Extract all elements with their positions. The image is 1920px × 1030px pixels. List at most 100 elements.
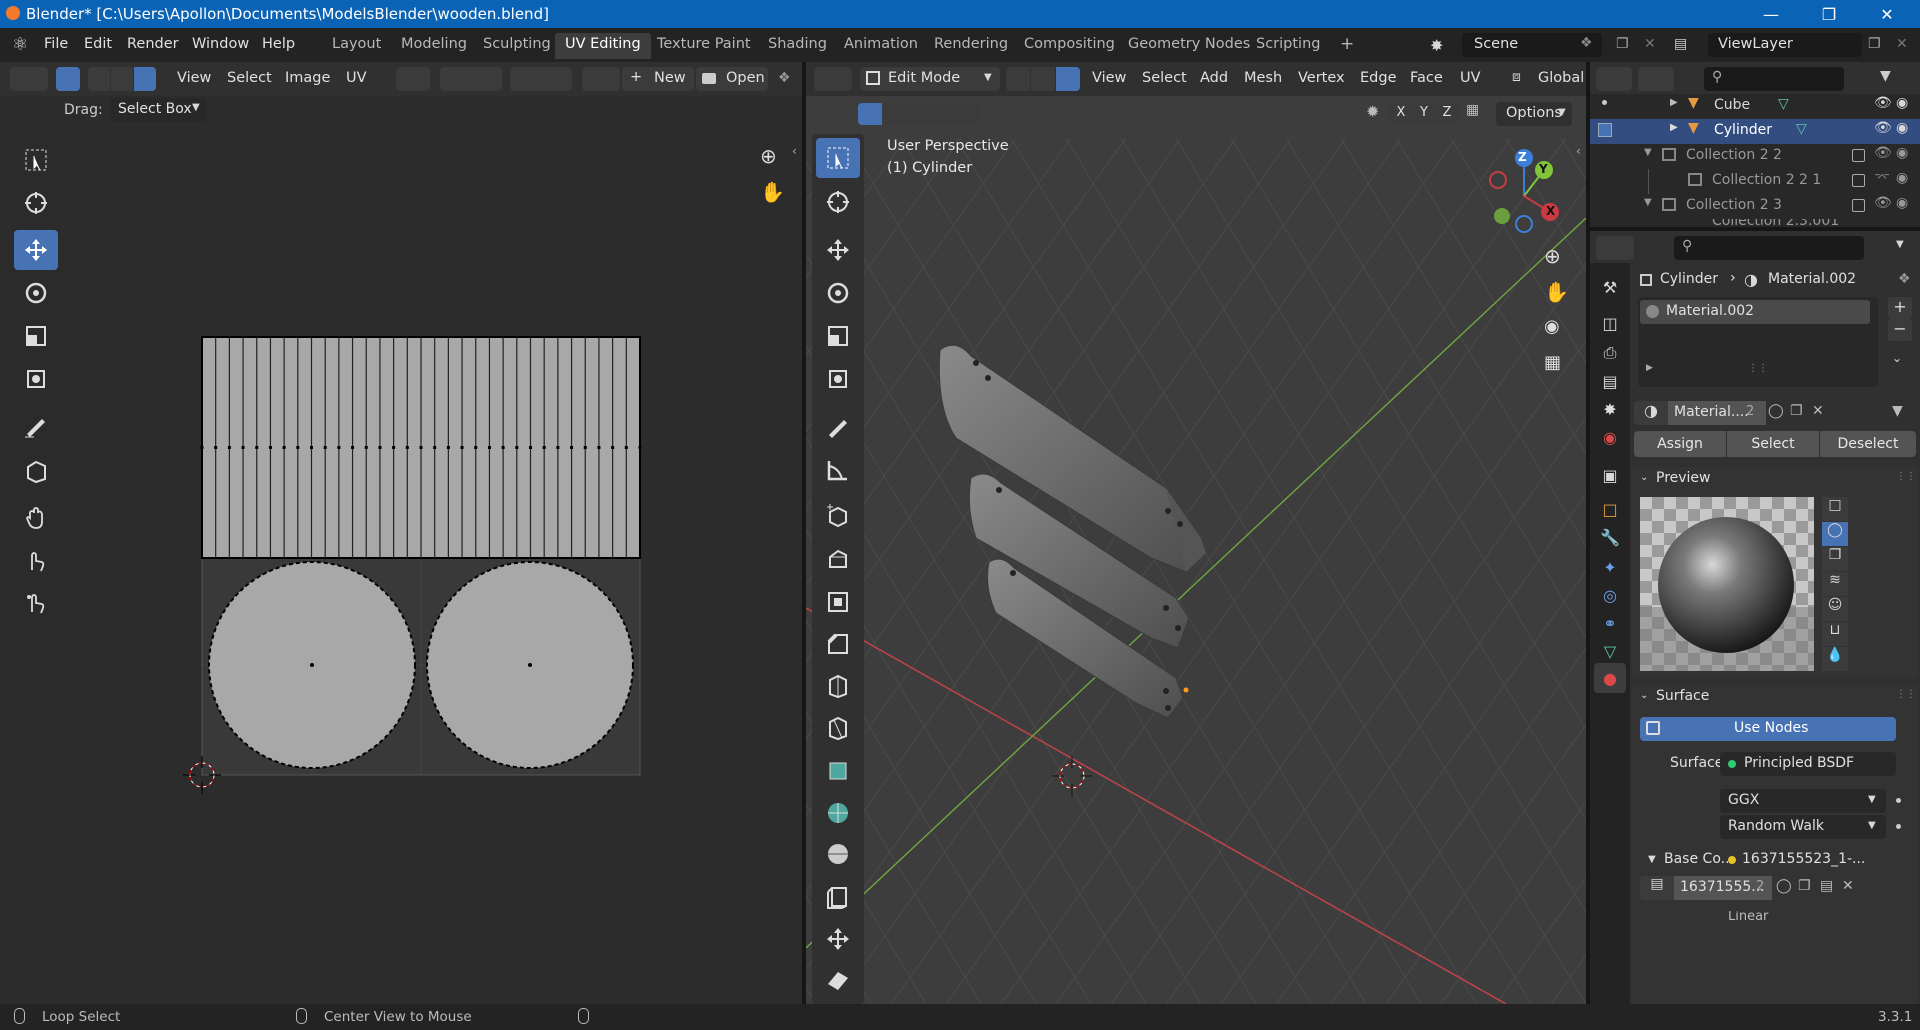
- remove-scene-icon[interactable]: ✕: [1644, 36, 1656, 52]
- relax-tool[interactable]: [14, 540, 58, 580]
- uv-menu-uv[interactable]: UV: [346, 70, 367, 86]
- maximize-icon[interactable]: ❐: [1806, 0, 1852, 28]
- editor-type-icon[interactable]: [1596, 236, 1634, 260]
- uv-menu-view[interactable]: View: [177, 70, 211, 86]
- fake-user-icon[interactable]: ◯: [1776, 878, 1792, 894]
- knife-tool[interactable]: [816, 708, 860, 748]
- drag-handle-icon[interactable]: ⋮⋮: [1896, 471, 1916, 482]
- new-scene-icon[interactable]: ❐: [1616, 36, 1629, 52]
- data-tab-icon[interactable]: ▽: [1598, 639, 1622, 663]
- bevel-tool[interactable]: [816, 624, 860, 664]
- tool-tab-icon[interactable]: ⚒: [1598, 275, 1622, 299]
- viewlayer-field[interactable]: ViewLayer: [1708, 33, 1862, 57]
- deselect-button[interactable]: Deselect: [1820, 431, 1916, 457]
- vp-menu-add[interactable]: Add: [1200, 70, 1228, 86]
- pin-icon[interactable]: ❖: [778, 70, 791, 86]
- properties-search[interactable]: ⚲: [1674, 236, 1864, 260]
- visibility-icon[interactable]: 👁: [1874, 145, 1892, 161]
- tab-layout[interactable]: Layout: [322, 33, 391, 59]
- move-tool[interactable]: [14, 230, 58, 270]
- perspective-toggle-icon[interactable]: ▦: [1544, 352, 1561, 373]
- view-layer-tab-icon[interactable]: ▤: [1598, 369, 1622, 393]
- pin-icon[interactable]: ❖: [1898, 271, 1911, 287]
- chevron-down-icon[interactable]: ▼: [1896, 239, 1904, 250]
- mode-dropdown[interactable]: Edit Mode ▼: [860, 67, 1000, 91]
- chevron-down-icon[interactable]: ⌄: [1640, 472, 1648, 483]
- camera-view-icon[interactable]: ◉: [1544, 316, 1560, 337]
- move-tool[interactable]: [816, 230, 860, 270]
- editor-type-icon[interactable]: [10, 67, 48, 91]
- user-count[interactable]: 2: [1756, 879, 1764, 894]
- close-icon[interactable]: ✕: [1864, 0, 1910, 28]
- render-icon[interactable]: ◉: [1896, 95, 1908, 111]
- visibility-hidden-icon[interactable]: ⌤: [1874, 170, 1890, 186]
- uv-strip-island[interactable]: [200, 336, 642, 559]
- subsurface-dropdown[interactable]: Random Walk ▼: [1720, 815, 1886, 839]
- select-box-tool[interactable]: [14, 140, 58, 180]
- expand-icon[interactable]: ▼: [1644, 197, 1652, 208]
- editor-type-icon[interactable]: [1596, 67, 1632, 91]
- select-button[interactable]: Select: [1727, 431, 1819, 457]
- options-dropdown[interactable]: Options ▼: [1496, 102, 1572, 126]
- exclude-checkbox[interactable]: [1852, 174, 1865, 187]
- zoom-icon[interactable]: ⊕: [1544, 244, 1561, 268]
- editor-type-icon[interactable]: [814, 67, 852, 91]
- exclude-checkbox[interactable]: [1852, 149, 1865, 162]
- pan-hand-icon[interactable]: ✋: [760, 180, 785, 204]
- object-tab-icon[interactable]: □: [1598, 497, 1622, 521]
- invert-selection-icon[interactable]: [931, 103, 954, 125]
- remove-viewlayer-icon[interactable]: ✕: [1896, 36, 1908, 52]
- tab-modeling[interactable]: Modeling: [391, 33, 477, 59]
- auto-merge-icon[interactable]: ▦: [1466, 102, 1479, 118]
- collapse-sidebar-icon[interactable]: ‹: [1576, 144, 1581, 158]
- blender-menu-icon[interactable]: ⚛: [12, 34, 28, 55]
- material-browse-icon[interactable]: ◑: [1634, 401, 1668, 425]
- render-icon[interactable]: ◉: [1896, 170, 1908, 186]
- scale-tool[interactable]: [14, 316, 58, 356]
- preview-panel-title[interactable]: Preview: [1656, 470, 1711, 486]
- vp-menu-vertex[interactable]: Vertex: [1298, 70, 1345, 86]
- scene-field[interactable]: Scene ❖: [1462, 33, 1602, 57]
- chevron-down-icon[interactable]: ⌄: [1640, 690, 1648, 701]
- subtract-selection-icon[interactable]: [907, 103, 930, 125]
- preview-monkey-icon[interactable]: ☺: [1822, 597, 1848, 621]
- uv-menu-image[interactable]: Image: [285, 70, 330, 86]
- uv-sync-icon[interactable]: [56, 67, 80, 91]
- outliner-search[interactable]: ⚲: [1704, 67, 1844, 91]
- world-tab-icon[interactable]: ◉: [1598, 425, 1622, 449]
- uv-circle-island[interactable]: [426, 561, 634, 769]
- expand-icon[interactable]: ▶: [1670, 97, 1678, 108]
- unlink-icon[interactable]: ✕: [1842, 878, 1854, 894]
- loop-cut-tool[interactable]: [816, 666, 860, 706]
- vp-menu-uv[interactable]: UV: [1460, 70, 1481, 86]
- expand-icon[interactable]: ▶: [1670, 122, 1678, 133]
- edge-slide-tool[interactable]: [816, 876, 860, 916]
- menu-help[interactable]: Help: [262, 36, 295, 52]
- select-mode-vertex-icon[interactable]: [88, 67, 110, 91]
- tab-sculpting[interactable]: Sculpting: [473, 33, 561, 59]
- poly-build-tool[interactable]: [816, 751, 860, 791]
- pinch-tool[interactable]: [14, 582, 58, 622]
- smooth-tool[interactable]: [816, 834, 860, 874]
- display-mode-icon[interactable]: [1638, 67, 1674, 91]
- inset-tool[interactable]: [816, 582, 860, 622]
- particles-tab-icon[interactable]: ✦: [1598, 555, 1622, 579]
- fake-user-icon[interactable]: ◯: [1768, 403, 1784, 419]
- menu-edit[interactable]: Edit: [84, 36, 112, 52]
- scale-tool[interactable]: [816, 316, 860, 356]
- image-name-field[interactable]: 16371555... 2: [1674, 876, 1772, 900]
- remove-slot-button[interactable]: −: [1888, 319, 1912, 341]
- extend-selection-icon[interactable]: [883, 103, 906, 125]
- unlink-icon[interactable]: ✕: [1812, 403, 1824, 419]
- pan-hand-icon[interactable]: ✋: [1544, 280, 1569, 304]
- preview-cloth-icon[interactable]: ⊔: [1822, 622, 1848, 646]
- collection-tab-icon[interactable]: ▣: [1598, 463, 1622, 487]
- image-browse-icon[interactable]: [582, 67, 620, 91]
- exclude-checkbox[interactable]: [1852, 199, 1865, 212]
- render-tab-icon[interactable]: ◫: [1598, 311, 1622, 335]
- uv-menu-select[interactable]: Select: [227, 70, 272, 86]
- visibility-icon[interactable]: 👁: [1874, 120, 1892, 136]
- outliner-row-partial[interactable]: Collection 2.3.001: [1590, 219, 1920, 227]
- outliner-row-collection[interactable]: ▼ Collection 2 2 👁 ◉: [1590, 144, 1920, 169]
- orientation-dropdown[interactable]: Global: [1538, 70, 1584, 86]
